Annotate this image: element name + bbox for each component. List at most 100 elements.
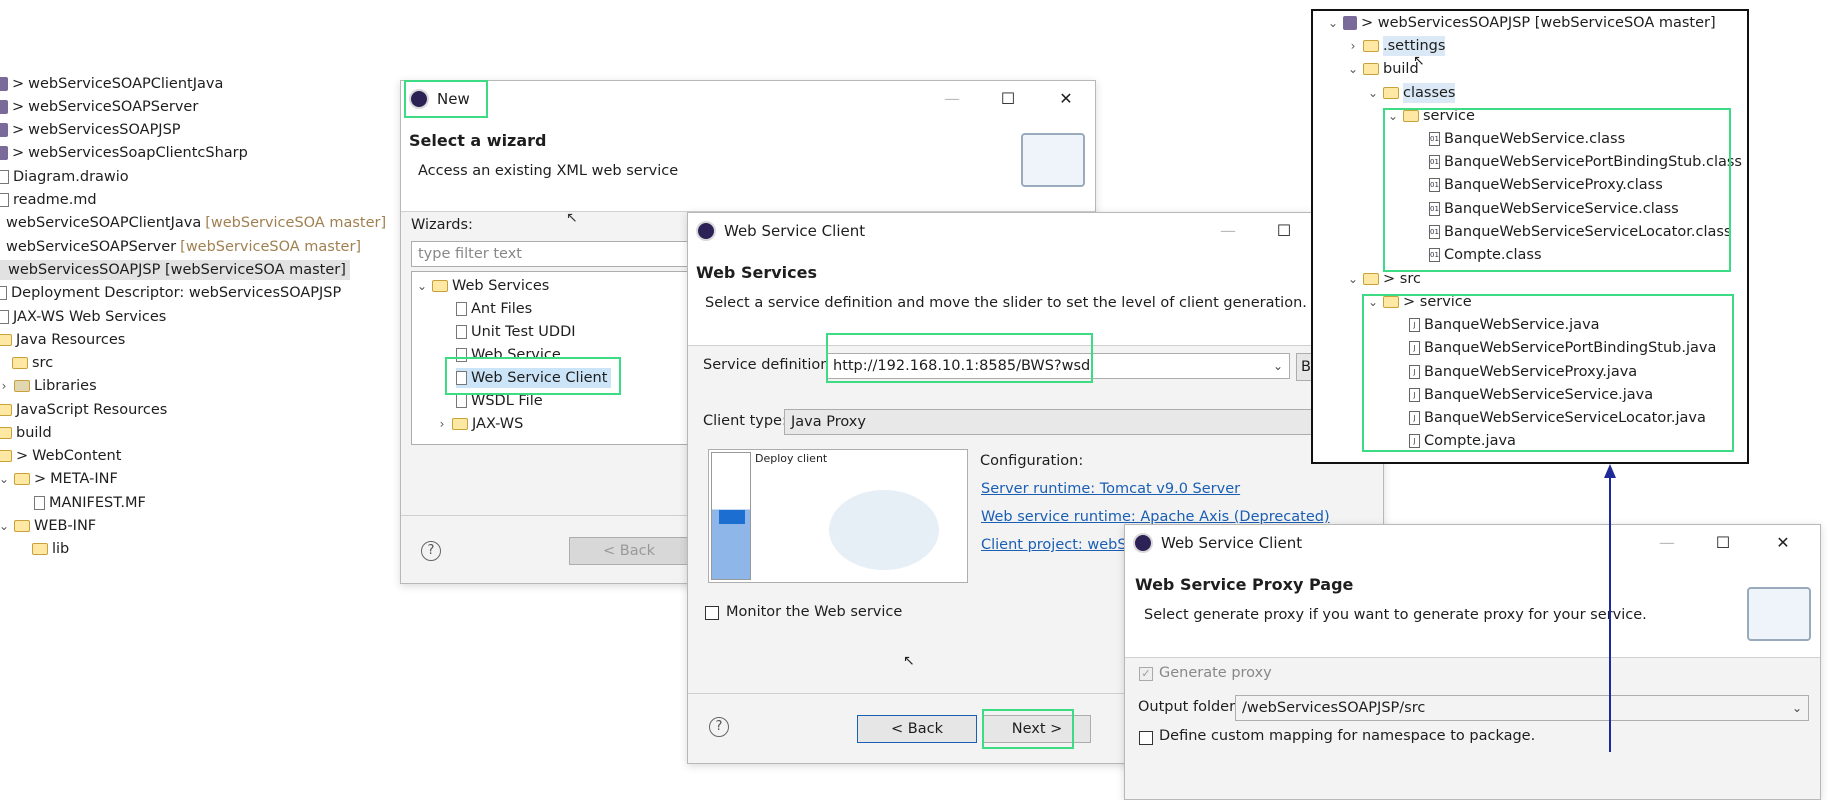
tree-item[interactable]: JAX-WS Web Services (0, 307, 166, 327)
chevron-down-icon: ⌄ (1272, 359, 1283, 373)
tree-item[interactable]: Ant Files (456, 299, 532, 319)
web-service-runtime-link[interactable]: Web service runtime: Apache Axis (Deprec… (981, 509, 1330, 525)
service-definition-combo[interactable]: http://192.168.10.1:8585/BWS?wsdl ⌄ (826, 353, 1290, 379)
close-button[interactable]: ✕ (1051, 87, 1081, 111)
tree-item[interactable]: > webServiceSOAPClientJava (0, 74, 223, 94)
tree-item[interactable]: J BanqueWebServiceProxy.java (1409, 362, 1637, 382)
tree-item[interactable]: build (0, 423, 52, 443)
wsdl-icon (456, 394, 467, 408)
tree-item[interactable]: 01 BanqueWebServicePortBindingStub.class (1429, 152, 1742, 172)
tree-item[interactable]: J BanqueWebServicePortBindingStub.java (1409, 338, 1716, 358)
dialog-title: Web Service Client (724, 222, 866, 240)
ant-icon (456, 302, 467, 316)
monitor-checkbox[interactable] (705, 606, 719, 620)
tree-item[interactable]: > WebContent (0, 446, 121, 466)
annotation-arrow (1604, 464, 1616, 752)
tree-item[interactable]: readme.md (0, 190, 97, 210)
mouse-cursor-icon: ↖ (903, 653, 915, 669)
tree-item[interactable]: Web Service (456, 345, 561, 365)
maximize-button[interactable]: ☐ (993, 87, 1023, 111)
tree-item-selected[interactable]: Web Service Client (456, 368, 612, 388)
project-icon (0, 100, 8, 114)
java-file-icon: J (1409, 318, 1420, 332)
help-icon[interactable]: ? (421, 541, 441, 561)
tree-item[interactable]: › JAX-WS (436, 414, 524, 434)
library-icon (14, 380, 30, 392)
tree-item[interactable]: 01 BanqueWebService.class (1429, 129, 1625, 149)
output-folder-label: Output folder (1138, 699, 1236, 715)
tree-item[interactable]: J BanqueWebServiceService.java (1409, 385, 1653, 405)
eclipse-icon (1133, 533, 1153, 553)
tree-item[interactable]: Unit Test UDDI (456, 322, 576, 342)
tree-item[interactable]: J BanqueWebService.java (1409, 315, 1600, 335)
back-button[interactable]: < Back (857, 715, 977, 743)
tree-item[interactable]: ⌄ > service (1367, 292, 1472, 312)
maximize-button[interactable]: ☐ (1708, 531, 1738, 555)
slider-thumb[interactable] (719, 510, 745, 524)
tree-item[interactable]: webServiceSOAPServer [webServiceSOA maste… (6, 237, 361, 257)
tree-item[interactable]: MANIFEST.MF (34, 493, 146, 513)
package-folder-icon (12, 357, 28, 369)
tree-item[interactable]: webServiceSOAPClientJava [webServiceSOA m… (6, 213, 386, 233)
tree-item[interactable]: Deployment Descriptor: webServicesSOAPJS… (0, 283, 341, 303)
tree-item[interactable]: > webServiceSOAPServer (0, 97, 198, 117)
tree-item[interactable]: > webServicesSoapClientcSharp (0, 143, 248, 163)
uddi-icon (456, 325, 467, 339)
tree-item[interactable]: ⌄ > webServicesSOAPJSP [webServiceSOA mas… (1327, 13, 1716, 33)
tree-item[interactable]: 01 BanqueWebServiceServiceLocator.class (1429, 222, 1731, 242)
tree-item[interactable]: › .settings (1347, 36, 1446, 56)
proxy-page-dialog: Web Service Client — ☐ ✕ Web Service Pro… (1124, 524, 1821, 800)
folder-icon (1383, 87, 1399, 99)
close-button[interactable]: ✕ (1768, 531, 1798, 555)
tree-item[interactable]: ⌄ > src (1347, 269, 1421, 289)
tree-item[interactable]: 01 BanqueWebServiceProxy.class (1429, 175, 1663, 195)
tree-item[interactable]: Diagram.drawio (0, 167, 129, 187)
tree-item[interactable]: Java Resources (0, 330, 125, 350)
minimize-button[interactable]: — (937, 87, 967, 111)
generate-proxy-checkbox[interactable]: ✓ (1139, 667, 1153, 681)
tree-item[interactable]: src (12, 353, 53, 373)
tree-item[interactable]: ⌄ Web Services (416, 276, 549, 296)
tree-item[interactable]: 01 BanqueWebServiceService.class (1429, 199, 1679, 219)
tree-item[interactable]: 01 Compte.class (1429, 245, 1542, 265)
title-bar: New — ☐ ✕ (401, 81, 1095, 117)
tree-item[interactable]: ⌄ classes (1367, 83, 1456, 103)
folder-icon (14, 520, 30, 532)
tree-item[interactable]: lib (32, 539, 69, 559)
minimize-button[interactable]: — (1213, 219, 1243, 243)
java-file-icon: J (1409, 341, 1420, 355)
minimize-button[interactable]: — (1652, 531, 1682, 555)
filter-input[interactable]: type filter text (411, 241, 711, 267)
java-file-icon: J (1409, 388, 1420, 402)
next-button[interactable]: Next > (983, 715, 1091, 743)
tree-item[interactable]: J Compte.java (1409, 431, 1516, 451)
tree-item[interactable]: > webServicesSOAPJSP (0, 120, 181, 140)
folder-icon (0, 334, 12, 346)
tree-item[interactable]: › Libraries (0, 376, 97, 396)
wizard-banner-icon (1747, 587, 1811, 641)
help-icon[interactable]: ? (709, 717, 729, 737)
tree-item[interactable]: ⌄ > META-INF (0, 469, 118, 489)
client-type-combo[interactable]: Java Proxy (784, 409, 1382, 435)
eclipse-icon (696, 221, 716, 241)
back-button[interactable]: < Back (569, 537, 689, 565)
tree-item-selected[interactable]: webServicesSOAPJSP [webServiceSOA master… (0, 260, 350, 280)
output-folder-combo[interactable]: /webServicesSOAPJSP/src ⌄ (1235, 695, 1809, 721)
tree-item[interactable]: ⌄ WEB-INF (0, 516, 96, 536)
client-project-link[interactable]: Client project: webSe (981, 537, 1136, 553)
eclipse-icon (409, 89, 429, 109)
class-file-icon: 01 (1429, 248, 1440, 262)
custom-mapping-checkbox[interactable] (1139, 731, 1153, 745)
client-generation-slider[interactable]: Deploy client (708, 449, 968, 583)
server-runtime-link[interactable]: Server runtime: Tomcat v9.0 Server (981, 481, 1240, 497)
tree-item[interactable]: ⌄ build (1347, 59, 1419, 79)
tree-item[interactable]: JavaScript Resources (0, 400, 167, 420)
tree-item[interactable]: WSDL File (456, 391, 543, 411)
folder-icon (452, 418, 468, 430)
maximize-button[interactable]: ☐ (1269, 219, 1299, 243)
tree-item[interactable]: ⌄ service (1387, 106, 1475, 126)
java-file-icon: J (1409, 434, 1420, 448)
java-file-icon: J (1409, 365, 1420, 379)
folder-icon (1363, 63, 1379, 75)
tree-item[interactable]: J BanqueWebServiceServiceLocator.java (1409, 408, 1706, 428)
